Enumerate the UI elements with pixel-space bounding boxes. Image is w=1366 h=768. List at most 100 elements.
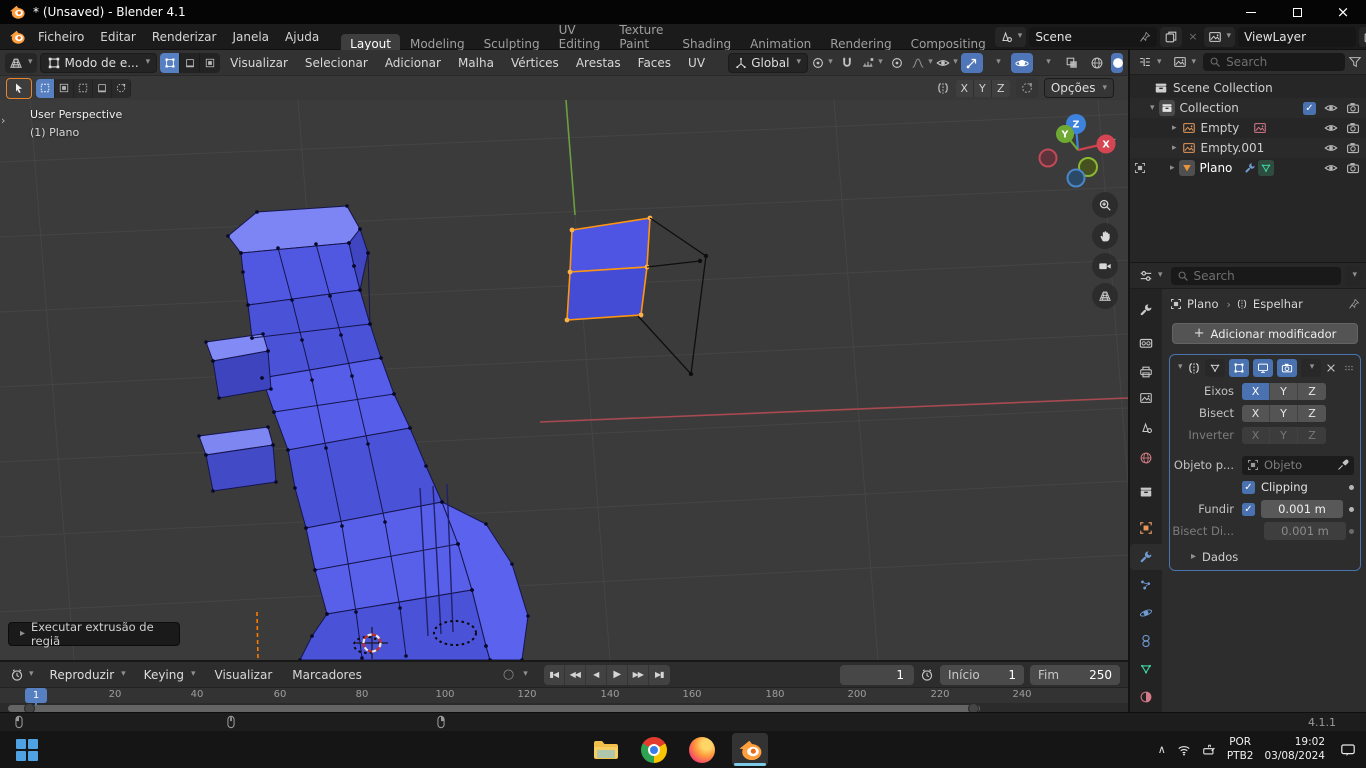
data-section-header[interactable]: ▸ Dados xyxy=(1170,542,1360,564)
pin-icon[interactable] xyxy=(1139,31,1151,43)
maximize-button[interactable] xyxy=(1274,0,1320,24)
viewport-canvas[interactable]: › ‹ User Perspective (1) Plano Z Y xyxy=(0,99,1143,662)
snap-dashed-icon[interactable] xyxy=(1015,78,1038,98)
jump-start-button[interactable]: ▮◀ xyxy=(544,664,565,685)
menu-malha[interactable]: Malha xyxy=(451,56,501,70)
collection-expand-icon[interactable]: ▾ xyxy=(1150,103,1155,113)
show-gizmo-toggle[interactable] xyxy=(961,52,983,73)
select-mode-vertex[interactable] xyxy=(160,52,181,73)
camera-icon[interactable] xyxy=(1346,161,1360,175)
prev-keyframe-button[interactable]: ◀◀ xyxy=(565,664,586,685)
eye-icon[interactable] xyxy=(1324,161,1338,175)
flip-z-button[interactable]: Z xyxy=(1298,426,1326,444)
delete-modifier-icon[interactable] xyxy=(1325,362,1337,374)
menu-editar[interactable]: Editar xyxy=(92,26,144,48)
eyedropper-icon[interactable] xyxy=(1337,459,1349,471)
camera-view-button[interactable] xyxy=(1092,253,1118,279)
options-dropdown[interactable]: Opções ▾ xyxy=(1043,78,1114,98)
tray-chevron-up-icon[interactable]: ∧ xyxy=(1158,743,1166,756)
active-tool-button[interactable] xyxy=(6,77,32,99)
mirror-object-field[interactable]: Objeto xyxy=(1242,455,1354,475)
empty-expand-icon[interactable]: ▸ xyxy=(1172,123,1177,133)
shading-wireframe-button[interactable] xyxy=(1086,53,1108,73)
shading-solid-button[interactable] xyxy=(1111,52,1123,73)
menu-renderizar[interactable]: Renderizar xyxy=(144,26,225,48)
bisect-x-button[interactable]: X xyxy=(1242,404,1270,422)
taskbar-firefox[interactable] xyxy=(684,733,720,766)
proportional-edit-toggle[interactable] xyxy=(886,53,908,73)
menu-janela[interactable]: Janela xyxy=(224,26,277,48)
blender-menu-icon[interactable] xyxy=(4,29,30,45)
tab-output[interactable] xyxy=(1130,359,1162,385)
bisect-y-button[interactable]: Y xyxy=(1270,404,1298,422)
orientation-dropdown[interactable]: Global ▾ xyxy=(728,52,808,73)
menu-faces[interactable]: Faces xyxy=(631,56,678,70)
new-viewlayer-button[interactable] xyxy=(1359,26,1366,47)
modifier-render-toggle[interactable] xyxy=(1276,358,1297,377)
filter-icon[interactable] xyxy=(1348,55,1362,69)
new-scene-button[interactable] xyxy=(1160,26,1183,47)
frame-start-field[interactable]: Início 1 xyxy=(940,664,1024,685)
start-button[interactable] xyxy=(12,735,42,765)
snap-magnet-toggle[interactable] xyxy=(836,53,858,73)
axis-x-button[interactable]: X xyxy=(1242,382,1270,400)
breadcrumb-modifier[interactable]: Espelhar xyxy=(1253,297,1303,311)
select-intersect-button[interactable] xyxy=(112,78,131,98)
bisect-distance-field[interactable]: 0.001 m xyxy=(1264,522,1346,540)
eye-icon[interactable] xyxy=(1324,121,1338,135)
taskbar-blender[interactable] xyxy=(732,733,768,766)
menu-adicionar[interactable]: Adicionar xyxy=(378,56,448,70)
mode-dropdown[interactable]: Modo de e... ▾ xyxy=(39,52,158,73)
empty001-expand-icon[interactable]: ▸ xyxy=(1172,143,1177,153)
autokey-toggle[interactable]: ○ xyxy=(503,667,514,682)
tab-collection[interactable] xyxy=(1130,479,1162,505)
menu-arestas[interactable]: Arestas xyxy=(569,56,628,70)
minimize-button[interactable] xyxy=(1228,0,1274,24)
add-modifier-button[interactable]: + Adicionar modificador xyxy=(1172,323,1358,344)
markers-menu[interactable]: Marcadores xyxy=(285,668,369,682)
mirror-y-button[interactable]: Y xyxy=(973,79,992,97)
toolbar-expand-icon[interactable]: › xyxy=(1,114,5,127)
axis-z-button[interactable]: Z xyxy=(1298,382,1326,400)
xray-toggle[interactable] xyxy=(1061,53,1083,73)
timeline-scrollbar[interactable] xyxy=(8,705,980,712)
notification-icon[interactable] xyxy=(1340,742,1356,758)
camera-icon[interactable] xyxy=(1346,101,1360,115)
current-frame-field[interactable]: 1 xyxy=(840,664,914,685)
next-keyframe-button[interactable]: ▶▶ xyxy=(628,664,649,685)
modifier-edit-mode-toggle[interactable] xyxy=(1204,358,1225,377)
camera-icon[interactable] xyxy=(1346,121,1360,135)
flip-x-button[interactable]: X xyxy=(1242,426,1270,444)
modifier-realtime-toggle[interactable] xyxy=(1228,358,1249,377)
viewlayer-selector[interactable]: ViewLayer xyxy=(1238,26,1357,47)
menu-selecionar[interactable]: Selecionar xyxy=(298,56,375,70)
tab-world[interactable] xyxy=(1130,445,1162,471)
input-device-icon[interactable] xyxy=(1202,743,1216,757)
gizmo-dropdown[interactable]: ▾ xyxy=(986,53,1008,73)
mirror-x-button[interactable]: X xyxy=(955,79,974,97)
viewlayer-type-button[interactable]: ▾ xyxy=(1203,26,1236,47)
menu-vertices[interactable]: Vértices xyxy=(504,56,566,70)
tab-render[interactable] xyxy=(1130,330,1162,356)
select-invert-button[interactable] xyxy=(93,78,112,98)
flip-y-button[interactable]: Y xyxy=(1270,426,1298,444)
playhead[interactable]: 1 xyxy=(25,688,47,703)
visibility-dropdown[interactable]: ▾ xyxy=(936,53,958,73)
plano-expand-icon[interactable]: ▸ xyxy=(1170,163,1175,173)
snap-with-dropdown[interactable]: ▾ xyxy=(861,53,883,73)
operator-panel[interactable]: ▸ Executar extrusão de regiã xyxy=(8,620,180,648)
show-overlays-toggle[interactable] xyxy=(1011,52,1033,73)
playback-menu[interactable]: Reproduzir ▾ xyxy=(44,665,132,685)
zoom-button[interactable] xyxy=(1092,192,1118,218)
scene-selector[interactable]: Scene xyxy=(1029,26,1158,47)
jump-end-button[interactable]: ▶▮ xyxy=(649,665,670,685)
modifier-viewport-toggle[interactable] xyxy=(1252,358,1273,377)
menu-visualizar[interactable]: Visualizar xyxy=(223,56,295,70)
tab-scene[interactable] xyxy=(1130,415,1162,441)
overlays-dropdown[interactable]: ▾ xyxy=(1036,53,1058,73)
stopwatch-icon[interactable] xyxy=(920,668,934,682)
pan-hand-button[interactable] xyxy=(1092,223,1118,249)
tab-object[interactable] xyxy=(1130,515,1162,541)
outliner-search-input[interactable]: Search xyxy=(1203,53,1345,71)
editor-type-button[interactable]: ▾ xyxy=(5,52,37,73)
